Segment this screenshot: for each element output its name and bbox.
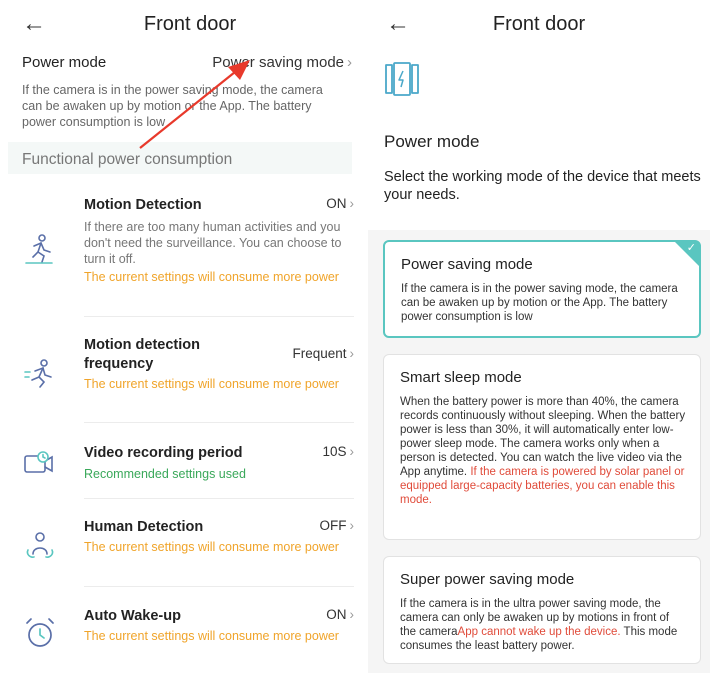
power-mode-label: Power mode: [22, 54, 107, 71]
item-note: The current settings will consume more p…: [84, 377, 339, 391]
header: ← Front door: [0, 0, 360, 48]
power-mode-screen: ← Front door Power mode Select the worki…: [368, 0, 710, 673]
power-mode-value-text: Power saving mode: [212, 54, 344, 71]
mode-description: When the battery power is more than 40%,…: [400, 396, 686, 506]
section-title: Functional power consumption: [8, 142, 352, 174]
list-item-motion-frequency[interactable]: Motion detection frequency Frequent › The…: [22, 336, 354, 414]
item-title: Video recording period: [84, 445, 243, 461]
mode-description: If the camera is in the power saving mod…: [401, 283, 678, 323]
chevron-right-icon: ›: [349, 607, 355, 622]
divider: [84, 498, 354, 499]
item-note: The current settings will consume more p…: [84, 270, 339, 284]
item-description: If there are too many human activities a…: [84, 220, 342, 266]
header: ← Front door: [368, 0, 710, 48]
list-item-motion-detection[interactable]: Motion Detection ON › If there are too ma…: [22, 196, 354, 308]
mode-description: If the camera is in the ultra power savi…: [400, 598, 678, 652]
mode-title: Super power saving mode: [400, 571, 575, 588]
section-subtitle: Select the working mode of the device th…: [384, 169, 701, 203]
item-value: ON ›: [326, 196, 354, 211]
list-item-human-detection[interactable]: Human Detection OFF › The current setting…: [22, 518, 354, 578]
item-value: ON ›: [326, 607, 354, 622]
divider: [84, 316, 354, 317]
power-mode-row[interactable]: Power mode Power saving mode ›: [22, 52, 352, 76]
video-camera-clock-icon: [22, 446, 58, 482]
battery-device-icon: [384, 62, 420, 96]
mode-card-power-saving[interactable]: ✓ Power saving mode If the camera is in …: [383, 240, 701, 338]
item-title: Motion Detection: [84, 197, 202, 213]
item-note: Recommended settings used: [84, 467, 246, 481]
sprinting-person-icon: [22, 356, 58, 392]
chevron-right-icon: ›: [347, 54, 352, 71]
item-note: The current settings will consume more p…: [84, 540, 339, 554]
divider: [84, 586, 354, 587]
item-value: Frequent ›: [292, 346, 354, 361]
page-title: Front door: [143, 13, 237, 35]
item-value: 10S ›: [322, 444, 354, 459]
chevron-right-icon: ›: [349, 196, 355, 211]
divider: [84, 422, 354, 423]
alarm-clock-icon: [22, 615, 58, 651]
list-item-auto-wakeup[interactable]: Auto Wake-up ON › The current settings wi…: [22, 607, 354, 667]
running-person-icon: [22, 232, 58, 268]
chevron-right-icon: ›: [349, 346, 355, 361]
item-value: OFF ›: [319, 518, 355, 533]
item-note: The current settings will consume more p…: [84, 629, 339, 643]
chevron-right-icon: ›: [349, 518, 355, 533]
section-label: Power mode: [384, 132, 480, 151]
page-title: Front door: [492, 13, 586, 35]
power-settings-screen: ← Front door Power mode Power saving mod…: [0, 0, 360, 673]
item-title: Motion detection frequency: [84, 337, 200, 372]
power-mode-description: If the camera is in the power saving mod…: [22, 83, 323, 129]
item-title: Auto Wake-up: [84, 608, 181, 624]
mode-title: Power saving mode: [401, 256, 533, 273]
chevron-right-icon: ›: [349, 444, 355, 459]
mode-warning: App cannot wake up the device.: [457, 626, 621, 638]
power-mode-value[interactable]: Power saving mode ›: [212, 54, 352, 71]
human-detection-icon: [22, 528, 58, 564]
mode-title: Smart sleep mode: [400, 369, 522, 386]
mode-card-smart-sleep[interactable]: Smart sleep mode When the battery power …: [383, 354, 701, 540]
item-title: Human Detection: [84, 519, 204, 535]
list-item-video-period[interactable]: Video recording period 10S › Recommended …: [22, 444, 354, 488]
checkmark-icon: ✓: [686, 242, 696, 254]
mode-card-super-power-saving[interactable]: Super power saving mode If the camera is…: [383, 556, 701, 664]
